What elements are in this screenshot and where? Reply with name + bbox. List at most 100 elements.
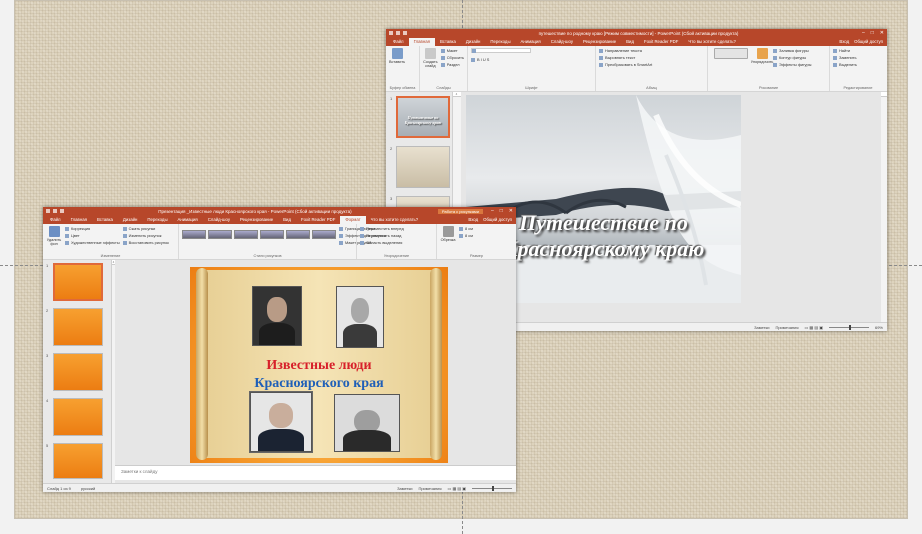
tab-view[interactable]: Вид <box>278 216 296 224</box>
notes-button[interactable]: Заметки <box>754 325 769 330</box>
quick-access-toolbar[interactable] <box>46 209 64 213</box>
replace-button[interactable]: Заменить <box>833 55 857 60</box>
zoom-slider[interactable] <box>828 324 869 330</box>
language-indicator[interactable]: русский <box>81 486 95 491</box>
slide-thumbnails-pane[interactable]: 1 2 3 4 5 <box>43 260 112 483</box>
slide-thumbnail-4[interactable] <box>53 398 103 436</box>
tab-home[interactable]: Главная <box>66 216 92 224</box>
tab-design[interactable]: Дизайн <box>461 38 485 46</box>
zoom-level[interactable]: 69% <box>875 325 883 330</box>
bring-forward-button[interactable]: Переместить вперед <box>360 226 404 231</box>
slide-thumbnail-5[interactable] <box>53 443 103 479</box>
save-icon[interactable] <box>389 31 393 35</box>
slide-thumbnail-1[interactable]: Путешествие по Красноярскому краю <box>396 96 450 138</box>
text-direction-button[interactable]: Направление текста <box>599 48 652 53</box>
change-picture-button[interactable]: Изменить рисунок <box>123 233 169 238</box>
sign-in-link[interactable]: Вход <box>468 217 478 222</box>
redo-icon[interactable] <box>403 31 407 35</box>
slide-heading-line1[interactable]: Известные люди <box>202 358 436 374</box>
tab-slideshow[interactable]: Слайд-шоу <box>546 38 578 46</box>
effects-button[interactable]: Эффекты фигуры <box>773 62 811 67</box>
picture-style-6[interactable] <box>312 230 336 239</box>
close-icon[interactable]: ✕ <box>509 208 513 214</box>
portrait-photo-3[interactable] <box>249 391 313 453</box>
reset-button[interactable]: Сбросить <box>441 55 464 60</box>
sign-in-link[interactable]: Вход <box>839 39 849 44</box>
tell-me-box[interactable]: Что вы хотите сделать? <box>366 216 424 224</box>
fill-button[interactable]: Заливка фигуры <box>773 48 811 53</box>
new-slide-button[interactable]: Создать слайд <box>423 48 438 83</box>
selection-pane-button[interactable]: Область выделения <box>360 240 404 245</box>
slide-heading-line2[interactable]: Красноярского края <box>202 376 436 392</box>
color-button[interactable]: Цвет <box>65 233 120 238</box>
tab-design[interactable]: Дизайн <box>118 216 142 224</box>
tab-animations[interactable]: Анимация <box>516 38 546 46</box>
smartart-button[interactable]: Преобразовать в SmartArt <box>599 62 652 67</box>
paste-button[interactable]: Вставить <box>389 48 405 83</box>
comments-button[interactable]: Примечания <box>418 486 441 491</box>
tab-animations[interactable]: Анимация <box>173 216 203 224</box>
quick-access-toolbar[interactable] <box>389 31 407 35</box>
tell-me-box[interactable]: Что вы хотите сделать? <box>683 38 741 46</box>
tab-transitions[interactable]: Переходы <box>485 38 515 46</box>
tab-slideshow[interactable]: Слайд-шоу <box>203 216 235 224</box>
find-button[interactable]: Найти <box>833 48 857 53</box>
slide-famous-people[interactable]: Известные люди Красноярского края <box>190 267 448 463</box>
tab-file[interactable]: Файл <box>45 216 66 224</box>
maximize-icon[interactable]: □ <box>871 30 874 36</box>
tab-foxit[interactable]: Foxit Reader PDF <box>296 216 340 224</box>
picture-style-5[interactable] <box>286 230 310 239</box>
slide-thumbnail-2[interactable] <box>396 146 450 188</box>
tab-file[interactable]: Файл <box>388 38 409 46</box>
picture-style-4[interactable] <box>260 230 284 239</box>
tab-foxit[interactable]: Foxit Reader PDF <box>639 38 683 46</box>
crop-button[interactable]: Обрезка <box>440 226 456 251</box>
maximize-icon[interactable]: □ <box>500 208 503 214</box>
slide-thumbnail-2[interactable] <box>53 308 103 346</box>
reset-picture-button[interactable]: Восстановить рисунок <box>123 240 169 245</box>
notes-pane[interactable]: Заметки к слайду <box>115 465 516 480</box>
bold-italic-row[interactable]: B I U S <box>471 57 531 62</box>
align-text-button[interactable]: Выровнять текст <box>599 55 652 60</box>
corrections-button[interactable]: Коррекция <box>65 226 120 231</box>
tab-format[interactable]: Формат <box>340 216 366 224</box>
height-field[interactable]: 8 см <box>459 226 473 231</box>
tab-review[interactable]: Рецензирование <box>578 38 621 46</box>
shapes-gallery[interactable] <box>711 48 751 83</box>
tab-home[interactable]: Главная <box>408 38 435 46</box>
layout-button[interactable]: Макет <box>441 48 464 53</box>
picture-style-2[interactable] <box>208 230 232 239</box>
notes-button[interactable]: Заметки <box>397 486 412 491</box>
minimize-icon[interactable]: – <box>862 30 865 36</box>
width-field[interactable]: 8 см <box>459 233 473 238</box>
picture-style-3[interactable] <box>234 230 258 239</box>
outline-button[interactable]: Контур фигуры <box>773 55 811 60</box>
undo-icon[interactable] <box>53 209 57 213</box>
section-button[interactable]: Раздел <box>441 62 464 67</box>
undo-icon[interactable] <box>396 31 400 35</box>
select-button[interactable]: Выделить <box>833 62 857 67</box>
portrait-photo-2[interactable] <box>336 286 384 348</box>
share-button[interactable]: Общий доступ <box>483 217 512 222</box>
powerpoint-window-famous-people[interactable]: Презентация _Известные люди Красноярског… <box>43 207 516 492</box>
slide-thumbnail-1[interactable] <box>53 263 103 301</box>
tab-insert[interactable]: Вставка <box>435 38 461 46</box>
slide-thumbnail-3[interactable] <box>53 353 103 391</box>
tab-insert[interactable]: Вставка <box>92 216 118 224</box>
font-name-box[interactable] <box>471 48 531 53</box>
save-icon[interactable] <box>46 209 50 213</box>
send-backward-button[interactable]: Переместить назад <box>360 233 404 238</box>
remove-background-button[interactable]: Удалить фон <box>46 226 62 251</box>
picture-style-1[interactable] <box>182 230 206 239</box>
comments-button[interactable]: Примечания <box>775 325 798 330</box>
view-buttons[interactable]: ▭ ▦ ▤ ▣ <box>805 325 823 330</box>
share-button[interactable]: Общий доступ <box>854 39 883 44</box>
picture-styles-gallery[interactable] <box>182 230 336 239</box>
view-buttons[interactable]: ▭ ▦ ▤ ▣ <box>448 486 466 491</box>
minimize-icon[interactable]: – <box>491 208 494 214</box>
portrait-photo-1[interactable] <box>252 286 302 346</box>
zoom-slider[interactable] <box>472 485 512 491</box>
portrait-photo-4[interactable] <box>334 394 400 452</box>
redo-icon[interactable] <box>60 209 64 213</box>
tab-transitions[interactable]: Переходы <box>142 216 172 224</box>
